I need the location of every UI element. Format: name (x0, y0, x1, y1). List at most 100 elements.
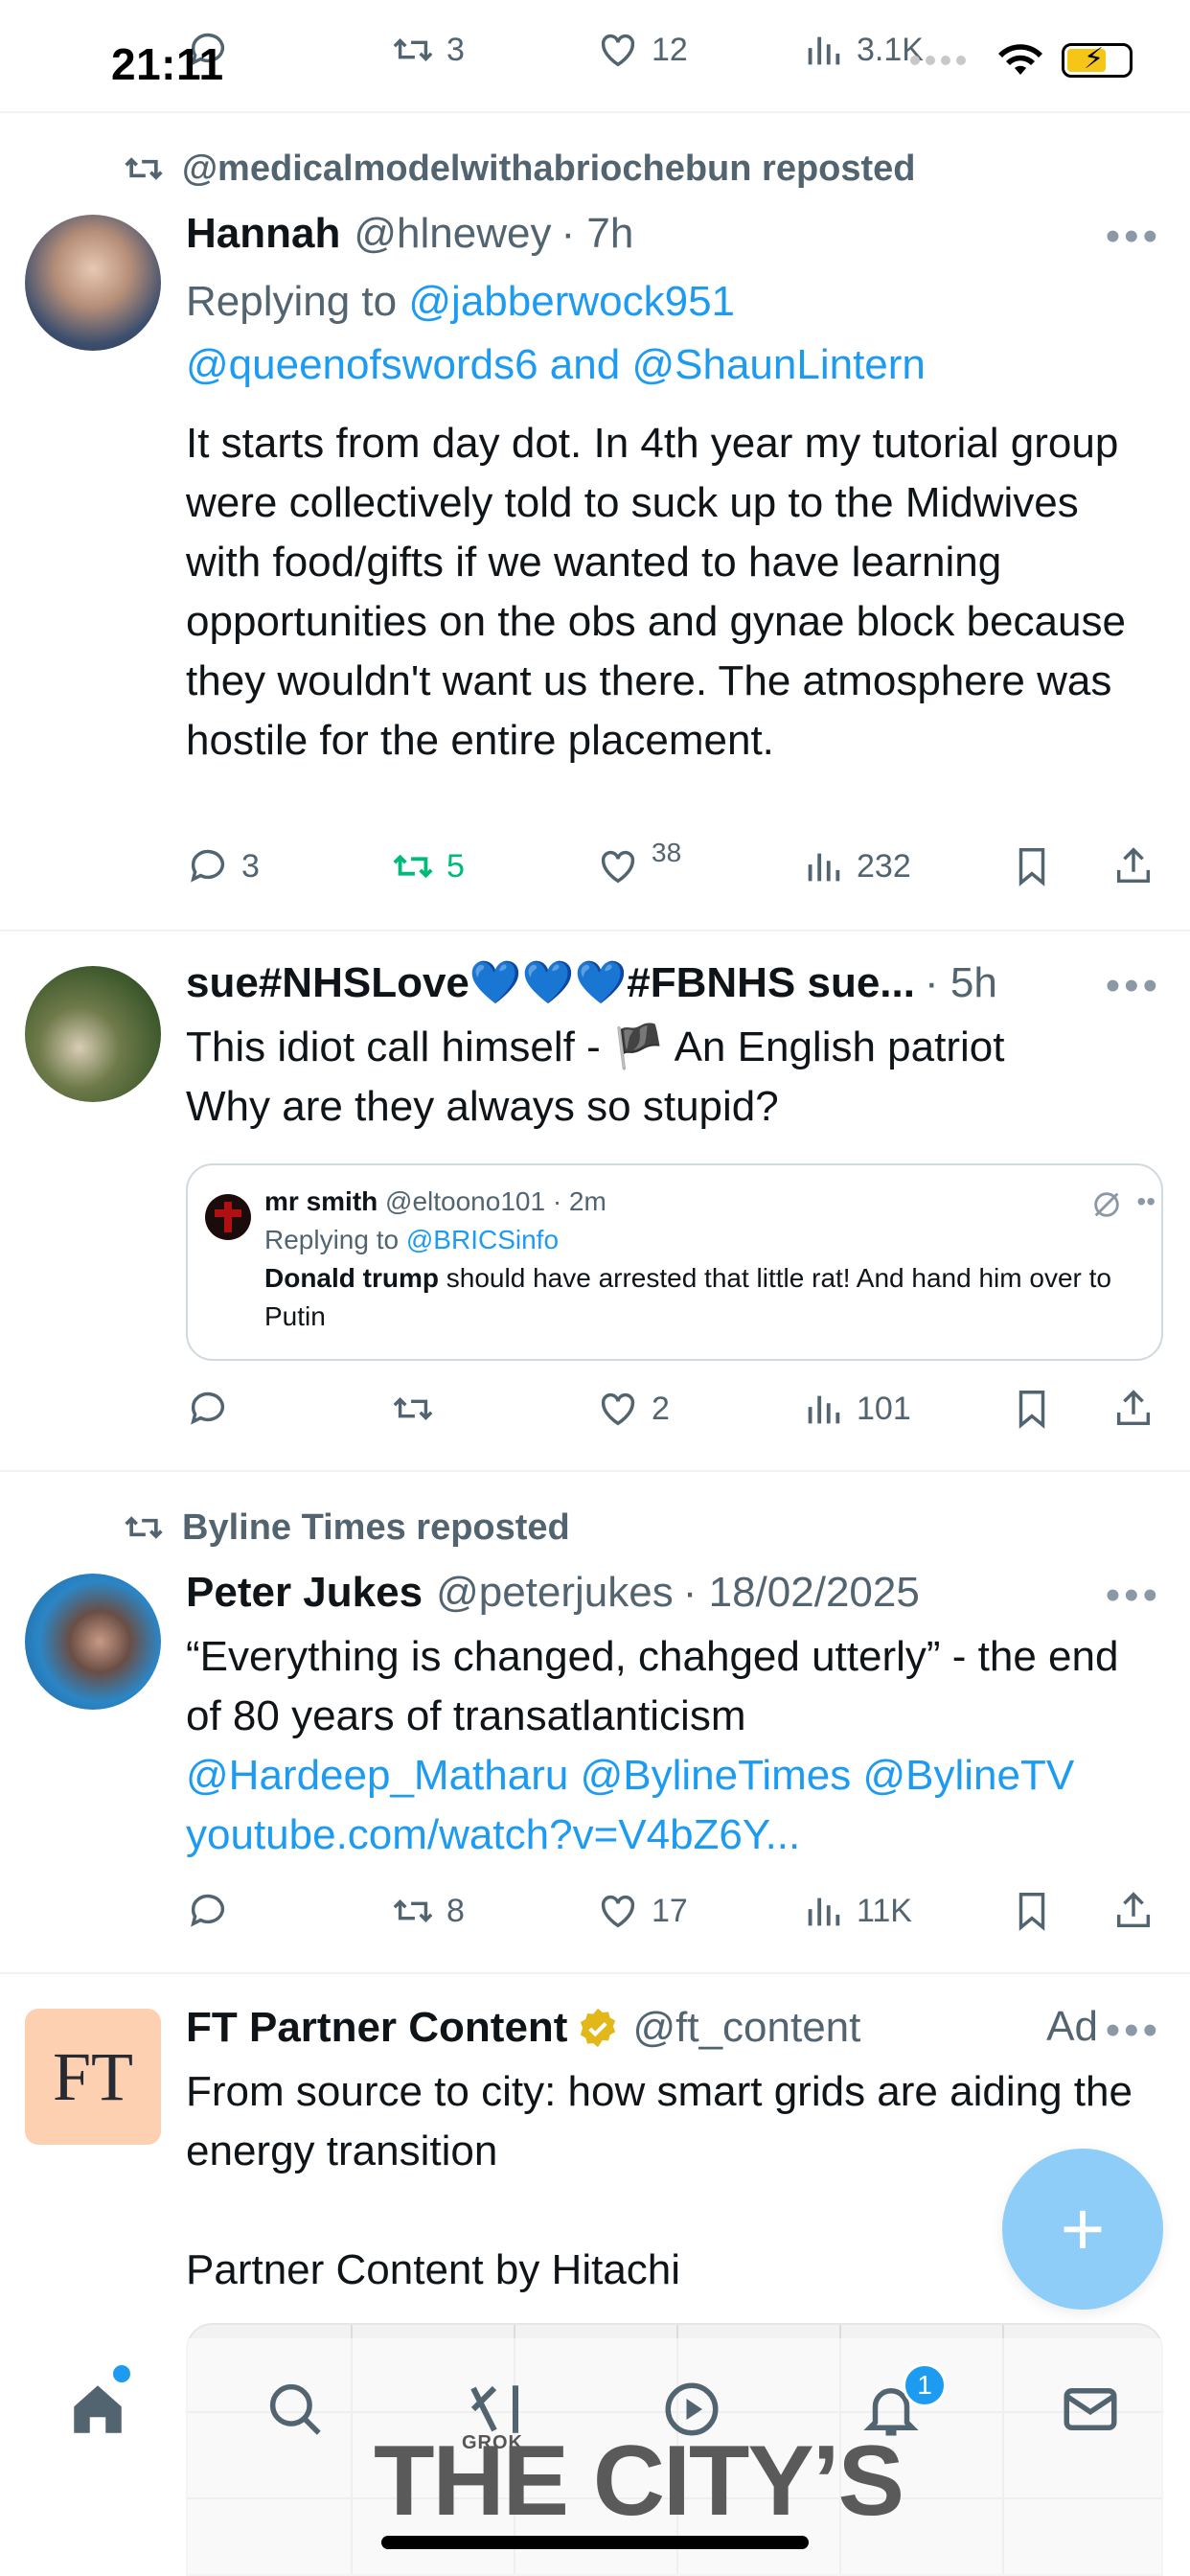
tweet-text: “Everything is changed, chahged utterly”… (186, 1627, 1161, 1865)
views-icon (808, 1395, 840, 1424)
more-options-icon[interactable]: ••• (1106, 213, 1161, 261)
share-icon (1116, 1892, 1151, 1928)
user-handle[interactable]: @hlnewey (354, 207, 551, 261)
compose-button[interactable]: + (1002, 2149, 1163, 2310)
bookmark-icon (1018, 1391, 1045, 1429)
reply-icon (191, 1392, 225, 1425)
mention-link[interactable]: @BylineTV (862, 1752, 1074, 1799)
tweet-actions: 2 101 (186, 1380, 1161, 1438)
quoted-tweet[interactable]: mr smith @eltoono101 · 2m Replying to @B… (186, 1163, 1163, 1361)
retweet-icon (125, 157, 163, 180)
quote-mention-link[interactable]: @BRICSinfo (406, 1225, 559, 1254)
views-button[interactable]: 232 (801, 844, 911, 888)
tweet-time: · 5h (924, 959, 997, 1006)
status-icons: ⚡ (910, 42, 1133, 79)
avatar[interactable]: FT (25, 2009, 161, 2145)
retweet-icon (393, 1396, 433, 1421)
tab-home[interactable] (59, 2371, 136, 2448)
mention-link[interactable]: @BylineTimes (581, 1752, 852, 1799)
retweet-icon (125, 1516, 163, 1539)
retweet-button[interactable]: 5 (391, 844, 465, 888)
quote-bold-text: Donald trump (264, 1263, 439, 1293)
mention-link[interactable]: @queenofswords6 (186, 341, 538, 388)
battery-icon: ⚡ (1062, 43, 1133, 78)
tab-search[interactable] (257, 2371, 333, 2448)
quote-avatar (205, 1194, 251, 1240)
quote-more-icon[interactable]: •• (1136, 1186, 1156, 1217)
bookmark-button[interactable] (1010, 844, 1054, 888)
tweet[interactable]: Byline Times reposted Peter Jukes @peter… (0, 1472, 1190, 1974)
mention-link[interactable]: @ShaunLintern (631, 341, 925, 388)
tweet-text-line: From source to city: how smart grids are… (186, 2068, 1133, 2174)
notification-badge: 1 (903, 2363, 947, 2407)
bookmark-button[interactable] (1010, 1889, 1054, 1933)
quote-display-name: mr smith (264, 1186, 378, 1216)
heart-icon (601, 850, 635, 884)
tab-messages[interactable] (1052, 2371, 1129, 2448)
display-name[interactable]: Hannah (186, 207, 340, 261)
avatar[interactable] (25, 966, 161, 1102)
reply-button[interactable]: 3 (186, 844, 260, 888)
more-options-icon[interactable]: ••• (1106, 1572, 1161, 1620)
reply-button[interactable] (186, 1889, 230, 1933)
retweet-icon (393, 854, 433, 879)
share-button[interactable] (1111, 844, 1156, 888)
views-button[interactable]: 101 (801, 1387, 911, 1431)
share-button[interactable] (1111, 1889, 1156, 1933)
like-button[interactable]: 17 (596, 1889, 688, 1933)
quote-replying-prefix: Replying to (264, 1225, 400, 1254)
mention-link[interactable]: @Hardeep_Matharu (186, 1752, 568, 1799)
avatar[interactable] (25, 1574, 161, 1710)
more-options-icon[interactable]: ••• (1106, 962, 1161, 1010)
reply-icon (191, 1894, 225, 1927)
reply-button[interactable] (186, 1387, 230, 1431)
tweet-text: This idiot call himself - 🏴 An English p… (186, 1018, 1161, 1137)
tweet-text: It starts from day dot. In 4th year my t… (186, 420, 1126, 764)
like-count: 38 (652, 838, 682, 867)
retweet-button[interactable] (391, 1387, 435, 1431)
retweet-icon (393, 1898, 433, 1923)
tweet-actions: 8 17 11K (186, 1882, 1161, 1940)
views-button[interactable]: 11K (801, 1889, 912, 1933)
replying-and: and (549, 341, 621, 388)
heart-icon (601, 1392, 635, 1426)
cellular-signal-icon (910, 56, 966, 65)
retweet-count: 5 (446, 847, 465, 885)
share-icon (1116, 847, 1151, 884)
tweet-text-line: This idiot call himself - 🏴 An English p… (186, 1024, 1005, 1070)
home-indicator[interactable] (381, 2536, 809, 2549)
mention-link[interactable]: @jabberwock951 (408, 278, 735, 325)
more-options-icon[interactable]: ••• (1106, 2007, 1161, 2055)
quote-hidden-icon (1094, 1192, 1119, 1217)
display-name[interactable]: Peter Jukes (186, 1566, 423, 1620)
replying-to: Replying to @jabberwock951 @queenofsword… (186, 270, 1161, 397)
tweet[interactable]: sue#NHSLove💙💙💙#FBNHS sue... · 5h This id… (0, 932, 1190, 1472)
display-name[interactable]: FT Partner Content (186, 2001, 567, 2055)
views-count: 11K (857, 1892, 912, 1929)
views-count: 232 (857, 847, 911, 885)
like-button[interactable]: 38 (596, 838, 681, 888)
tweet[interactable]: @medicalmodelwithabriochebun reposted Ha… (0, 113, 1190, 932)
share-icon (1116, 1390, 1151, 1426)
display-name[interactable]: sue#NHSLove💙💙💙#FBNHS sue... (186, 956, 915, 1010)
share-button[interactable] (1111, 1387, 1156, 1431)
url-link[interactable]: youtube.com/watch?v=V4bZ6Y... (186, 1811, 800, 1858)
ad-label: Ad (1046, 2003, 1098, 2050)
avatar[interactable] (25, 215, 161, 351)
tweet-time: · 7h (561, 210, 634, 257)
like-count: 2 (652, 1390, 670, 1427)
replying-prefix: Replying to (186, 278, 398, 325)
user-handle[interactable]: @ft_content (632, 2001, 860, 2055)
bookmark-button[interactable] (1010, 1387, 1054, 1431)
tweet-time: · 18/02/2025 (682, 1569, 920, 1616)
quote-handle: @eltoono101 (385, 1186, 546, 1216)
reply-count: 3 (241, 847, 260, 885)
repost-label: Byline Times reposted (182, 1506, 570, 1548)
quote-time: · 2m (552, 1186, 606, 1216)
retweet-button[interactable]: 8 (391, 1889, 465, 1933)
user-handle[interactable]: @peterjukes (436, 1566, 674, 1620)
reply-icon (191, 849, 225, 883)
tweet-actions: 3 5 38 232 (186, 838, 1161, 895)
ad-card-headline: THE CITY’S (374, 2426, 904, 2537)
like-button[interactable]: 2 (596, 1387, 670, 1431)
